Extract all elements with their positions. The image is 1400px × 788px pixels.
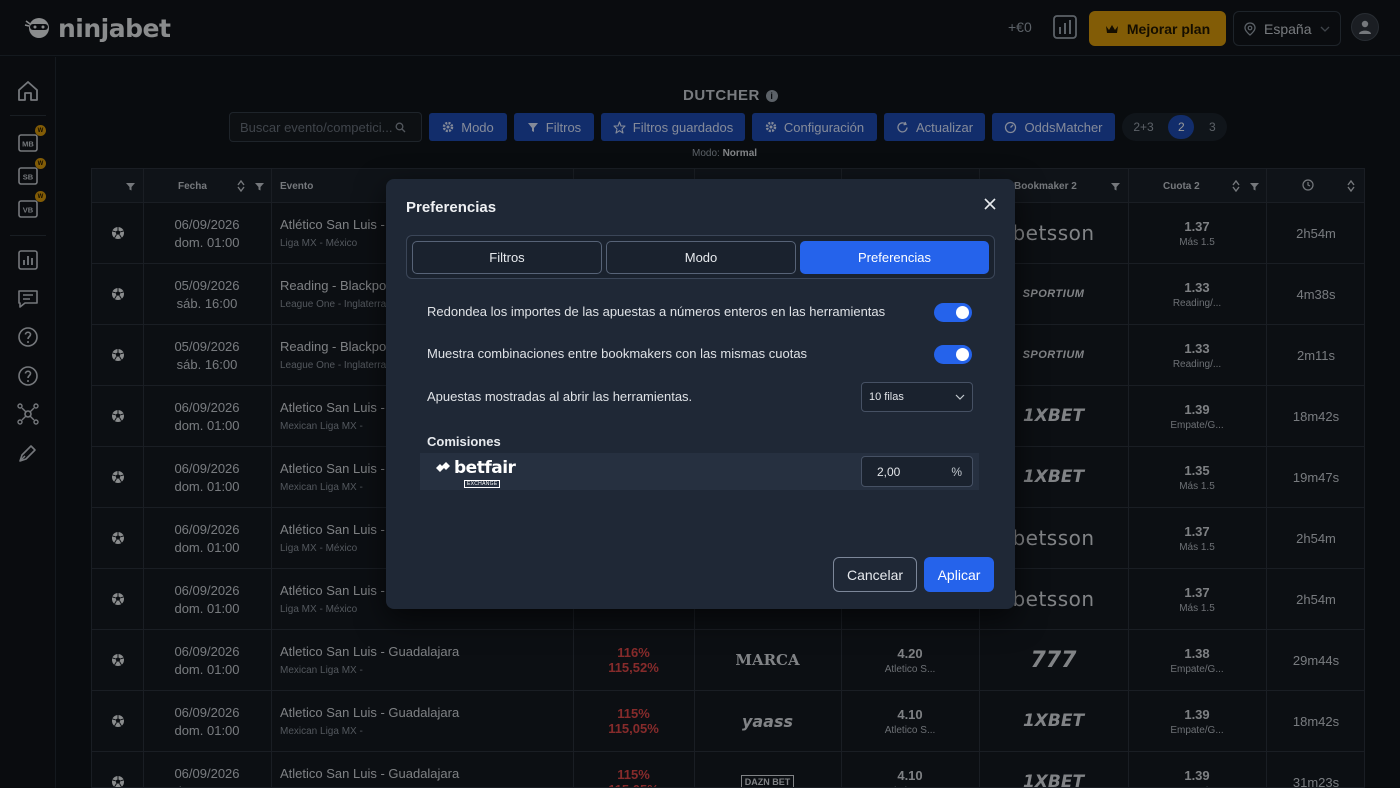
chevron-down-icon — [955, 394, 965, 400]
betfair-exchange-label: EXCHANGE — [464, 480, 501, 488]
betfair-name: betfair — [454, 458, 516, 478]
preferences-modal: Preferencias Filtros Modo Preferencias R… — [386, 179, 1015, 609]
rows-shown-value: 10 filas — [869, 391, 904, 403]
commission-field[interactable]: % — [861, 456, 973, 487]
commission-input[interactable] — [877, 464, 947, 479]
pref-rows-label: Apuestas mostradas al abrir las herramie… — [427, 389, 693, 404]
same-odds-combos-toggle[interactable] — [934, 345, 972, 364]
modal-tabs: Filtros Modo Preferencias — [406, 235, 995, 279]
tab-modo[interactable]: Modo — [606, 241, 796, 274]
pref-round-label: Redondea los importes de las apuestas a … — [427, 304, 886, 319]
pref-combos-label: Muestra combinaciones entre bookmakers c… — [427, 346, 808, 361]
commission-unit: % — [951, 464, 962, 479]
rows-shown-select[interactable]: 10 filas — [861, 382, 973, 412]
close-icon[interactable] — [982, 196, 998, 212]
modal-title: Preferencias — [406, 199, 497, 216]
tab-preferencias[interactable]: Preferencias — [800, 241, 989, 274]
round-amounts-toggle[interactable] — [934, 303, 972, 322]
tab-filtros[interactable]: Filtros — [412, 241, 602, 274]
apply-button[interactable]: Aplicar — [924, 557, 994, 592]
betfair-mark-icon — [436, 462, 450, 472]
commissions-title: Comisiones — [427, 434, 501, 449]
commission-row: betfair EXCHANGE % — [420, 453, 979, 490]
cancel-button[interactable]: Cancelar — [833, 557, 917, 592]
